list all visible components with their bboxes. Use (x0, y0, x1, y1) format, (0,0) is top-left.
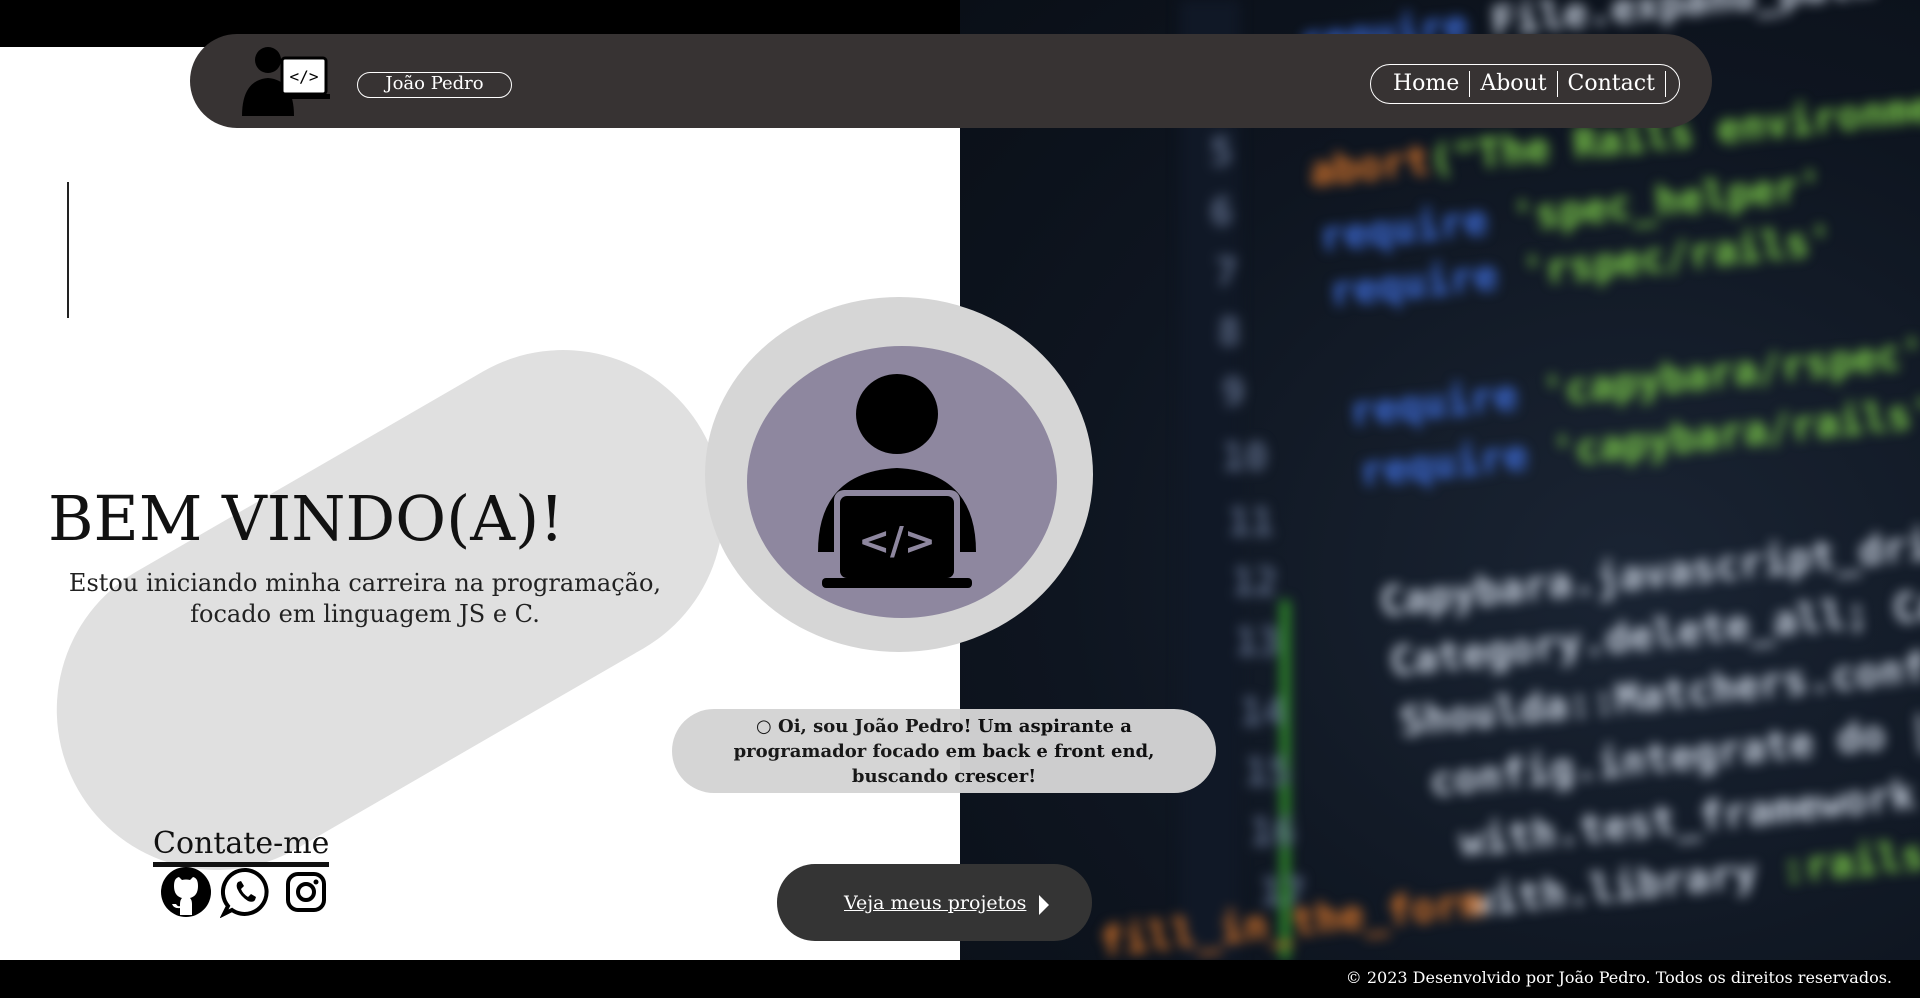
developer-logo-icon[interactable]: </> (238, 44, 330, 116)
svg-text:</>: </> (858, 519, 936, 563)
footer-copyright: © 2023 Desenvolvido por João Pedro. Todo… (1345, 968, 1892, 987)
nav-home-link[interactable]: Home (1393, 71, 1471, 97)
decorative-divider (67, 182, 69, 318)
play-arrow-icon (1039, 895, 1049, 915)
header-bar: </> João Pedro Home About Contact (190, 34, 1712, 128)
hero-title: BEM VINDO(A)! (48, 482, 565, 555)
instagram-icon[interactable] (280, 866, 332, 918)
intro-bubble: ○ Oi, sou João Pedro! Um aspirante a pro… (672, 709, 1216, 793)
view-projects-button[interactable]: Veja meus projetos (777, 864, 1092, 941)
social-links (160, 866, 332, 919)
intro-text: ○ Oi, sou João Pedro! Um aspirante a pro… (733, 715, 1155, 787)
svg-text:</>: </> (290, 67, 319, 86)
code-background-image: 5 6 7 8 9 10 11 12 13 14 15 16 17 requir… (960, 0, 1920, 960)
github-icon[interactable] (160, 866, 212, 918)
brand-name[interactable]: João Pedro (357, 72, 512, 98)
main-nav: Home About Contact (1370, 64, 1680, 104)
whatsapp-icon[interactable] (219, 866, 272, 919)
contact-title: Contate-me (153, 826, 330, 867)
footer: © 2023 Desenvolvido por João Pedro. Todo… (0, 960, 1920, 998)
hero-subtitle: Estou iniciando minha carreira na progra… (68, 569, 662, 628)
programmer-avatar-icon: </> (812, 372, 982, 590)
view-projects-label: Veja meus projetos (844, 891, 1027, 914)
nav-about-link[interactable]: About (1470, 71, 1558, 97)
nav-contact-link[interactable]: Contact (1558, 71, 1666, 97)
